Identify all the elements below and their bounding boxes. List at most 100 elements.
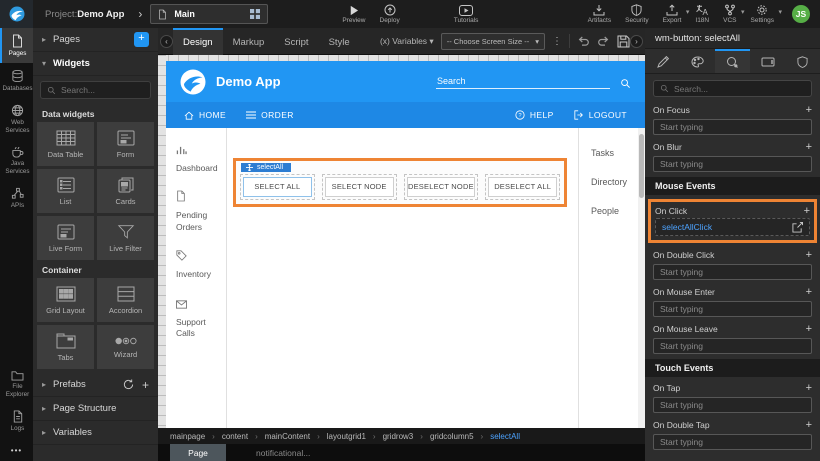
- tab-device[interactable]: [750, 49, 785, 73]
- more-options-icon[interactable]: ⋮: [552, 36, 562, 47]
- tab-styles[interactable]: [680, 49, 715, 73]
- breadcrumb-item[interactable]: layoutgrid1: [327, 432, 366, 441]
- collapse-left-panel-button[interactable]: ‹: [160, 35, 173, 48]
- nav-logout[interactable]: LOGOUT: [574, 110, 627, 120]
- scrollbar-thumb[interactable]: [639, 134, 644, 198]
- widget-data-table[interactable]: Data Table: [37, 122, 94, 166]
- export-button[interactable]: Export ▾: [663, 4, 682, 24]
- rail-item-logs[interactable]: Logs: [0, 404, 33, 438]
- add-event-icon[interactable]: +: [806, 420, 812, 430]
- widget-selection-tag[interactable]: selectAll: [241, 163, 291, 172]
- palette-section-prefabs[interactable]: ▸ Prefabs +: [33, 373, 158, 397]
- deploy-button[interactable]: Deploy: [380, 4, 400, 24]
- on-double-click-input[interactable]: [653, 264, 812, 280]
- select-all-button[interactable]: SELECT ALL: [243, 177, 312, 197]
- rail-item-databases[interactable]: Databases: [0, 63, 33, 98]
- widget-grid-layout[interactable]: Grid Layout: [37, 278, 94, 322]
- add-event-icon[interactable]: +: [806, 250, 812, 260]
- tab-events[interactable]: [715, 49, 750, 73]
- nav-help[interactable]: ? HELP: [515, 110, 554, 120]
- wavemaker-logo[interactable]: [0, 0, 33, 28]
- on-double-tap-input[interactable]: [653, 434, 812, 450]
- palette-section-variables[interactable]: ▸ Variables: [33, 421, 158, 445]
- rail-item-web-services[interactable]: Web Services: [0, 98, 33, 140]
- preview-button[interactable]: Preview: [342, 5, 365, 24]
- sidenav-support-calls[interactable]: Support Calls: [176, 296, 226, 340]
- add-event-icon[interactable]: +: [806, 324, 812, 334]
- vcs-button[interactable]: VCS ▾: [723, 4, 736, 24]
- tab-properties[interactable]: [645, 49, 680, 73]
- screen-size-select[interactable]: -- Choose Screen Size --▾: [441, 33, 545, 50]
- palette-section-widgets[interactable]: ▾ Widgets: [33, 52, 158, 76]
- app-search-input[interactable]: [436, 74, 610, 89]
- canvas-scrollbar[interactable]: [638, 128, 645, 428]
- add-event-icon[interactable]: +: [806, 383, 812, 393]
- tab-design[interactable]: Design: [173, 28, 223, 55]
- palette-section-pages[interactable]: ▸ Pages +: [33, 28, 158, 52]
- widget-live-filter[interactable]: Live Filter: [97, 216, 154, 260]
- sidenav-dashboard[interactable]: Dashboard: [176, 142, 226, 174]
- on-blur-input[interactable]: [653, 156, 812, 172]
- nav-order[interactable]: ORDER: [246, 110, 294, 120]
- add-event-icon[interactable]: +: [806, 142, 812, 152]
- tutorials-button[interactable]: Tutorials: [454, 5, 479, 24]
- widget-cards[interactable]: Cards: [97, 169, 154, 213]
- grid-view-icon[interactable]: [250, 9, 260, 19]
- more-icon[interactable]: •••: [0, 438, 33, 461]
- events-search-input[interactable]: [674, 84, 794, 94]
- nav-home[interactable]: HOME: [184, 110, 226, 120]
- palette-section-page-structure[interactable]: ▸ Page Structure: [33, 397, 158, 421]
- tab-security[interactable]: [785, 49, 820, 73]
- save-icon[interactable]: [617, 35, 630, 48]
- on-mouse-leave-input[interactable]: [653, 338, 812, 354]
- rail-item-java-services[interactable]: Java Services: [0, 139, 33, 181]
- widget-list[interactable]: List: [37, 169, 94, 213]
- on-tap-input[interactable]: [653, 397, 812, 413]
- refresh-icon[interactable]: [123, 379, 134, 390]
- bottom-tab-page[interactable]: Page: [170, 444, 226, 461]
- widget-live-form[interactable]: Live Form: [37, 216, 94, 260]
- add-event-icon[interactable]: +: [806, 105, 812, 115]
- rail-item-file-explorer[interactable]: File Explorer: [0, 364, 33, 404]
- collapse-right-panel-button[interactable]: ›: [630, 35, 643, 48]
- i18n-button[interactable]: A I18N: [695, 4, 709, 24]
- breadcrumb-item[interactable]: gridcolumn5: [430, 432, 474, 441]
- on-click-handler-link[interactable]: selectAllClick: [662, 222, 792, 232]
- on-focus-input[interactable]: [653, 119, 812, 135]
- widget-accordion[interactable]: Accordion: [97, 278, 154, 322]
- add-event-icon[interactable]: +: [804, 206, 810, 216]
- selected-widget-outline[interactable]: selectAll SELECT ALL SELECT NODE DESELEC…: [233, 158, 567, 207]
- search-icon[interactable]: [620, 78, 631, 89]
- deselect-all-button[interactable]: DESELECT ALL: [488, 177, 557, 197]
- select-node-button[interactable]: SELECT NODE: [325, 177, 394, 197]
- tab-style[interactable]: Style: [319, 28, 360, 55]
- rightnav-tasks[interactable]: Tasks: [591, 148, 638, 158]
- page-selector[interactable]: Main: [150, 4, 268, 24]
- security-button[interactable]: Security: [625, 4, 648, 24]
- rightnav-people[interactable]: People: [591, 206, 638, 216]
- widget-wizard[interactable]: Wizard: [97, 325, 154, 369]
- tab-markup[interactable]: Markup: [223, 28, 275, 55]
- variables-dropdown[interactable]: (x) Variables ▾: [380, 36, 434, 47]
- on-mouse-enter-input[interactable]: [653, 301, 812, 317]
- breadcrumb-item[interactable]: content: [222, 432, 248, 441]
- breadcrumb-item[interactable]: mainContent: [265, 432, 310, 441]
- sidenav-pending-orders[interactable]: Pending Orders: [176, 189, 226, 233]
- add-prefab-button[interactable]: +: [142, 378, 149, 392]
- widget-search-input[interactable]: [61, 85, 141, 95]
- add-page-button[interactable]: +: [134, 32, 149, 47]
- user-avatar[interactable]: JS: [792, 5, 810, 23]
- breadcrumb-item-active[interactable]: selectAll: [490, 432, 520, 441]
- artifacts-button[interactable]: Artifacts: [588, 4, 611, 24]
- widget-tabs[interactable]: Tabs: [37, 325, 94, 369]
- bottom-tab-notification[interactable]: notificational...: [256, 444, 310, 461]
- settings-button[interactable]: Settings ▾: [751, 4, 775, 24]
- widget-form[interactable]: Form: [97, 122, 154, 166]
- rail-item-apis[interactable]: APIs: [0, 181, 33, 215]
- sidenav-inventory[interactable]: Inventory: [176, 248, 226, 280]
- rightnav-directory[interactable]: Directory: [591, 177, 638, 187]
- undo-icon[interactable]: [577, 35, 590, 47]
- tab-script[interactable]: Script: [274, 28, 318, 55]
- edit-script-icon[interactable]: [792, 222, 803, 233]
- deselect-node-button[interactable]: DESELECT NODE: [407, 177, 476, 197]
